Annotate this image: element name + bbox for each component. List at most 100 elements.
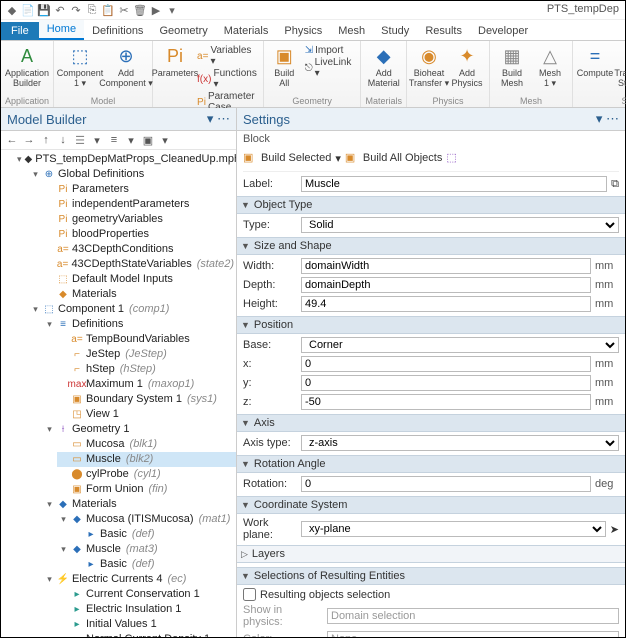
copy-icon[interactable]: ⎘ [85,3,99,17]
component-button[interactable]: ⬚Component 1 ▾ [58,43,102,88]
variables-button[interactable]: a=Variables ▾ [197,45,257,67]
build-selected-button[interactable]: Build Selected [261,152,331,164]
bioheat-button[interactable]: ◉Bioheat Transfer ▾ [411,43,447,88]
tree-root[interactable]: ▾◆PTS_tempDepMatProps_CleanedUp.mph(root… [15,152,236,167]
link-icon[interactable]: ⧉ [611,178,619,191]
compute-button[interactable]: =Compute [577,43,613,88]
y-input[interactable] [301,375,591,391]
tree-item[interactable]: ◳View 1 [57,407,236,422]
tree-item[interactable]: PigeometryVariables [43,212,236,227]
section-rotation[interactable]: ▼Rotation Angle [237,455,625,473]
tree-item[interactable]: ⌐JeStep(JeStep) [57,347,236,362]
section-coord[interactable]: ▼Coordinate System [237,496,625,514]
add-physics-button[interactable]: ✦Add Physics [449,43,485,88]
tab-physics[interactable]: Physics [276,22,330,40]
tree-item[interactable]: ▭Muscle(blk2) [57,452,236,467]
add-material-button[interactable]: ◆Add Material [366,43,402,88]
tree-item[interactable]: ▸Electric Insulation 1 [57,602,236,617]
redo-icon[interactable]: ↷ [69,3,83,17]
parameters-button[interactable]: PiParameters [157,43,193,113]
section-size[interactable]: ▼Size and Shape [237,237,625,255]
tree-materials[interactable]: ▾◆Materials [43,497,236,512]
tree-component[interactable]: ▾⬚Component 1(comp1) [29,302,236,317]
build-mesh-button[interactable]: ▦Build Mesh [494,43,530,88]
save-icon[interactable]: 💾 [37,3,51,17]
tree-item[interactable]: a=43CDepthStateVariables(state2) [43,257,236,272]
paste-icon[interactable]: 📋 [101,3,115,17]
view-icon[interactable]: ☰ [73,133,87,147]
back-icon[interactable]: ← [5,133,19,147]
tree-item[interactable]: ⬚Default Model Inputs [43,272,236,287]
fwd-icon[interactable]: → [22,133,36,147]
tree-item[interactable]: ◆Materials [43,287,236,302]
new-icon[interactable]: 📄 [21,3,35,17]
tree-item[interactable]: ▭Mucosa(blk1) [57,437,236,452]
tab-home[interactable]: Home [39,20,84,40]
tab-study[interactable]: Study [373,22,417,40]
panel-menu-icon[interactable]: ▾ ⋯ [207,111,230,127]
tree-item[interactable]: PibloodProperties [43,227,236,242]
filter-icon[interactable]: ≡ [107,133,121,147]
tree-item[interactable]: ▸Basic(def) [71,557,236,572]
functions-button[interactable]: f(x)Functions ▾ [197,68,257,90]
livelink-button[interactable]: ⎋LiveLink ▾ [305,57,355,79]
tab-mesh[interactable]: Mesh [330,22,373,40]
tree-item[interactable]: ⌐hStep(hStep) [57,362,236,377]
mesh-button[interactable]: △Mesh 1 ▾ [532,43,568,88]
tab-geometry[interactable]: Geometry [151,22,215,40]
tree-item[interactable]: ▸Initial Values 1 [57,617,236,632]
resulting-checkbox[interactable] [243,588,256,601]
section-selections[interactable]: ▼Selections of Resulting Entities [237,567,625,585]
tree-global-definitions[interactable]: ▾⊕Global Definitions [29,167,236,182]
section-axis[interactable]: ▼Axis [237,414,625,432]
more-icon[interactable]: ▾ [165,3,179,17]
width-input[interactable] [301,258,591,274]
tree-item[interactable]: ▸Current Conservation 1 [57,587,236,602]
base-select[interactable]: Corner [301,337,619,353]
label-input[interactable] [301,176,607,192]
model-tree[interactable]: ▾◆PTS_tempDepMatProps_CleanedUp.mph(root… [1,150,236,637]
undo-icon[interactable]: ↶ [53,3,67,17]
tree-item[interactable]: ▣Form Union(fin) [57,482,236,497]
tree-item[interactable]: maxMaximum 1(maxop1) [57,377,236,392]
build-all-button[interactable]: Build All Objects [363,152,442,164]
tab-developer[interactable]: Developer [470,22,536,40]
tree-definitions[interactable]: ▾≡Definitions [43,317,236,332]
delete-icon[interactable]: 🗑 [133,3,147,17]
transient-button[interactable]: ∿Transient Study ▾ [615,43,626,88]
tree-item[interactable]: PiindependentParameters [43,197,236,212]
axistype-select[interactable]: z-axis [301,435,619,451]
tree-item[interactable]: ▾◆Muscle(mat3) [57,542,236,557]
tab-definitions[interactable]: Definitions [84,22,151,40]
down-icon[interactable]: ↓ [56,133,70,147]
x-input[interactable] [301,356,591,372]
tree-item[interactable]: ▸Basic(def) [71,527,236,542]
panel-menu-icon[interactable]: ▾ ⋯ [596,111,619,127]
tree-item[interactable]: ⬤cylProbe(cyl1) [57,467,236,482]
rotation-input[interactable] [301,476,591,492]
workplane-select[interactable]: xy-plane [301,521,606,537]
tree-item[interactable]: PiParameters [43,182,236,197]
tab-materials[interactable]: Materials [216,22,277,40]
extra-icon[interactable]: ⬚ [446,151,460,165]
goto-icon[interactable]: ➤ [610,523,619,536]
build-all-button[interactable]: ▣Build All [268,43,301,88]
depth-input[interactable] [301,277,591,293]
section-layers[interactable]: ▷Layers [237,545,625,563]
tab-file[interactable]: File [1,22,39,40]
tree-item[interactable]: ▣Boundary System 1(sys1) [57,392,236,407]
tree-item[interactable]: ▾◆Mucosa (ITISMucosa)(mat1) [57,512,236,527]
cut-icon[interactable]: ✂ [117,3,131,17]
type-select[interactable]: Solid [301,217,619,233]
height-input[interactable] [301,296,591,312]
tree-item[interactable]: a=TempBoundVariables [57,332,236,347]
section-position[interactable]: ▼Position [237,316,625,334]
tree-geometry[interactable]: ▾⟊Geometry 1 [43,422,236,437]
add-component-button[interactable]: ⊕Add Component ▾ [104,43,148,88]
z-input[interactable] [301,394,591,410]
section-object-type[interactable]: ▼Object Type [237,196,625,214]
collapse-icon[interactable]: ▣ [141,133,155,147]
up-icon[interactable]: ↑ [39,133,53,147]
run-icon[interactable]: ▶ [149,3,163,17]
application-builder-button[interactable]: AApplication Builder [5,43,49,88]
